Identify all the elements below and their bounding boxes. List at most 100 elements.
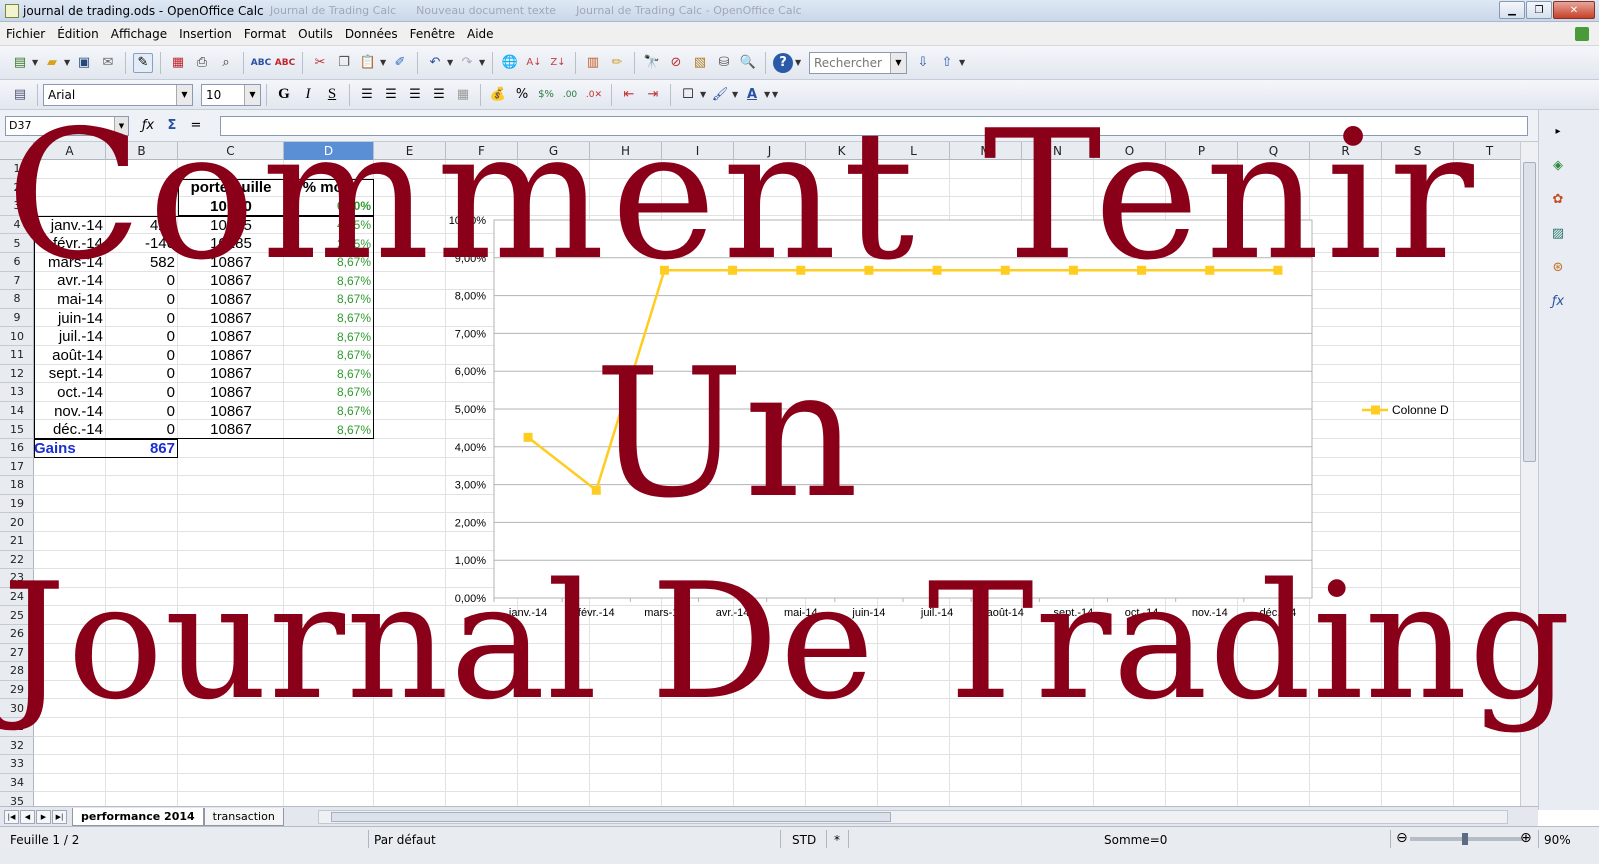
name-box-dropdown-icon[interactable]: ▼ — [114, 116, 128, 135]
row-header-9[interactable]: 9 — [0, 309, 34, 328]
vertical-scroll-thumb[interactable] — [1523, 162, 1536, 462]
email-icon[interactable]: ✉ — [98, 53, 118, 73]
column-header-r[interactable]: R — [1310, 142, 1382, 160]
find-next-icon[interactable]: ⇩ — [913, 53, 933, 73]
toolbar-options-icon[interactable]: ▼ — [795, 58, 803, 67]
column-header-c[interactable]: C — [178, 142, 284, 160]
sheet-tab-transaction[interactable]: transaction — [203, 807, 284, 826]
search-input[interactable]: Rechercher ▼ — [809, 51, 907, 74]
row-header-15[interactable]: 15 — [0, 420, 34, 439]
row-header-14[interactable]: 14 — [0, 402, 34, 421]
find-previous-icon[interactable]: ⇧ — [937, 53, 957, 73]
row-header-31[interactable]: 31 — [0, 718, 34, 737]
help-icon[interactable]: ? — [773, 52, 793, 73]
function-wizard-icon[interactable]: ƒx — [137, 118, 159, 133]
spellcheck-icon[interactable]: ABC — [251, 53, 271, 73]
zoom-icon[interactable]: 🔍 — [738, 53, 758, 73]
row-header-28[interactable]: 28 — [0, 662, 34, 681]
add-decimal-icon[interactable]: .00 — [560, 85, 580, 105]
next-sheet-icon[interactable]: ▶ — [36, 809, 51, 824]
menu-affichage[interactable]: Affichage — [111, 27, 167, 41]
column-header-o[interactable]: O — [1094, 142, 1166, 160]
standard-format-icon[interactable]: $% — [536, 85, 556, 105]
merge-cells-icon[interactable]: ▦ — [453, 85, 473, 105]
print-preview-icon[interactable]: ⌕ — [216, 53, 236, 73]
row-header-16[interactable]: 16 — [0, 439, 34, 458]
row-header-2[interactable]: 2 — [0, 179, 34, 198]
zoom-in-icon[interactable]: ⊕ — [1520, 830, 1532, 846]
row-header-11[interactable]: 11 — [0, 346, 34, 365]
paste-dropdown-icon[interactable]: ▼ — [380, 58, 388, 67]
vertical-scrollbar[interactable] — [1520, 142, 1538, 806]
row-header-33[interactable]: 33 — [0, 755, 34, 774]
navigator-icon[interactable]: ⊘ — [666, 53, 686, 73]
styles-icon[interactable]: ✿ — [1547, 188, 1569, 210]
row-header-12[interactable]: 12 — [0, 365, 34, 384]
minimize-button[interactable]: ▁ — [1499, 1, 1525, 19]
hyperlink-icon[interactable]: 🌐 — [500, 53, 520, 73]
horizontal-scroll-thumb[interactable] — [331, 812, 891, 822]
row-header-29[interactable]: 29 — [0, 681, 34, 700]
row-header-26[interactable]: 26 — [0, 625, 34, 644]
sum-indicator[interactable]: Somme=0 — [1104, 833, 1167, 847]
functions-icon[interactable]: ƒx — [1547, 290, 1569, 312]
column-header-k[interactable]: K — [806, 142, 878, 160]
font-size-dropdown-icon[interactable]: ▼ — [244, 84, 260, 105]
new-dropdown-icon[interactable]: ▼ — [32, 58, 40, 67]
row-header-8[interactable]: 8 — [0, 290, 34, 309]
menu-format[interactable]: Format — [244, 27, 286, 41]
background-color-dropdown-icon[interactable]: ▼ — [732, 90, 740, 99]
formatting-toolbar-options-icon[interactable]: ▼ — [772, 90, 780, 99]
horizontal-scrollbar[interactable] — [318, 810, 1508, 824]
redo-dropdown-icon[interactable]: ▼ — [479, 58, 487, 67]
font-size-select[interactable]: 10 ▼ — [201, 83, 261, 106]
align-left-icon[interactable]: ☰ — [357, 85, 377, 105]
menu-fenetre[interactable]: Fenêtre — [410, 27, 455, 41]
column-header-d[interactable]: D — [284, 142, 374, 160]
delete-decimal-icon[interactable]: .0✕ — [584, 85, 604, 105]
font-color-icon[interactable]: A — [742, 85, 762, 105]
show-draw-functions-icon[interactable]: ✏ — [607, 53, 627, 73]
row-header-32[interactable]: 32 — [0, 737, 34, 756]
search-toolbar-options-icon[interactable]: ▼ — [959, 58, 967, 67]
find-replace-icon[interactable]: 🔭 — [642, 53, 662, 73]
percent-format-icon[interactable]: % — [512, 85, 532, 105]
column-header-j[interactable]: J — [734, 142, 806, 160]
row-header-4[interactable]: 4 — [0, 216, 34, 235]
sum-icon[interactable]: Σ — [161, 118, 183, 133]
column-header-m[interactable]: M — [950, 142, 1022, 160]
select-all-corner[interactable] — [0, 142, 34, 160]
close-button[interactable]: ✕ — [1553, 1, 1595, 19]
row-header-34[interactable]: 34 — [0, 774, 34, 793]
row-header-21[interactable]: 21 — [0, 532, 34, 551]
row-header-6[interactable]: 6 — [0, 253, 34, 272]
selection-mode[interactable]: STD — [792, 833, 816, 847]
font-color-dropdown-icon[interactable]: ▼ — [764, 90, 772, 99]
export-pdf-icon[interactable]: ▦ — [168, 53, 188, 73]
column-header-t[interactable]: T — [1454, 142, 1526, 160]
row-header-10[interactable]: 10 — [0, 327, 34, 346]
background-color-icon[interactable]: 🖌 — [710, 85, 730, 105]
copy-icon[interactable]: ❐ — [334, 53, 354, 73]
undo-icon[interactable]: ↶ — [425, 53, 445, 73]
column-header-q[interactable]: Q — [1238, 142, 1310, 160]
row-header-7[interactable]: 7 — [0, 272, 34, 291]
align-right-icon[interactable]: ☰ — [405, 85, 425, 105]
borders-dropdown-icon[interactable]: ▼ — [700, 90, 708, 99]
sort-ascending-icon[interactable]: A↓ — [524, 53, 544, 73]
function-equals-icon[interactable]: = — [185, 118, 207, 133]
row-header-5[interactable]: 5 — [0, 234, 34, 253]
increase-indent-icon[interactable]: ⇥ — [643, 85, 663, 105]
column-header-e[interactable]: E — [374, 142, 446, 160]
row-header-3[interactable]: 3 — [0, 197, 34, 216]
row-header-13[interactable]: 13 — [0, 383, 34, 402]
currency-format-icon[interactable]: 💰 — [488, 85, 508, 105]
menu-aide[interactable]: Aide — [467, 27, 494, 41]
sidebar-gallery-icon[interactable]: ▨ — [1547, 222, 1569, 244]
align-center-icon[interactable]: ☰ — [381, 85, 401, 105]
last-sheet-icon[interactable]: ▶| — [52, 809, 67, 824]
line-chart[interactable]: 0,00% 1,00% 2,00% 3,00% 4,00% 5,00% 6,00% 7,00%… — [410, 210, 1460, 630]
sidebar-menu-icon[interactable]: ▸ — [1547, 120, 1569, 142]
row-header-1[interactable]: 1 — [0, 160, 34, 179]
font-name-select[interactable]: Arial ▼ — [43, 83, 193, 106]
